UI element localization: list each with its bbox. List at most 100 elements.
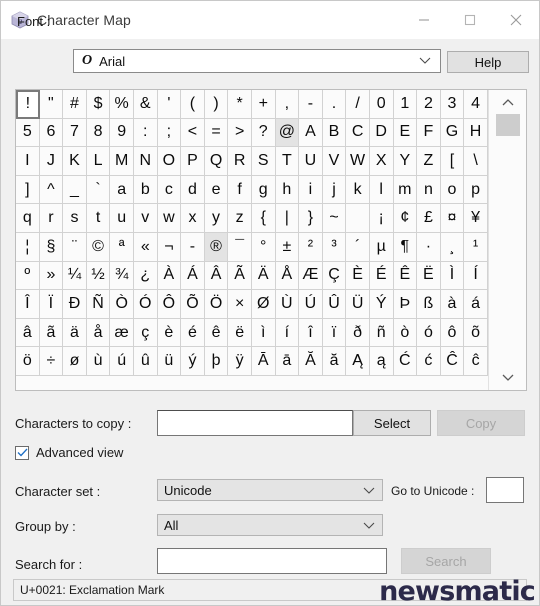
chevron-down-icon[interactable]: [489, 366, 527, 388]
character-cell[interactable]: Ý: [369, 290, 394, 319]
character-cell[interactable]: Ó: [133, 290, 158, 319]
character-cell[interactable]: Ï: [39, 290, 64, 319]
character-cell[interactable]: h: [275, 175, 300, 205]
character-cell[interactable]: z: [228, 204, 252, 233]
character-cell[interactable]: o: [440, 175, 465, 205]
character-cell[interactable]: ,: [275, 90, 300, 119]
character-cell[interactable]: ×: [228, 290, 252, 319]
character-cell[interactable]: â: [16, 318, 40, 348]
character-cell[interactable]: 6: [39, 118, 64, 148]
character-cell[interactable]: Q: [204, 147, 229, 176]
character-cell[interactable]: í: [275, 318, 300, 348]
character-cell[interactable]: !: [16, 90, 40, 119]
character-cell[interactable]: 0: [369, 90, 394, 119]
character-cell[interactable]: g: [251, 175, 276, 205]
character-cell[interactable]: Þ: [393, 290, 418, 319]
character-cell[interactable]: ý: [181, 347, 205, 376]
help-button[interactable]: Help: [447, 51, 529, 73]
character-cell[interactable]: ā: [275, 347, 300, 376]
character-cell[interactable]: Ä: [251, 261, 276, 291]
character-cell[interactable]: H: [464, 118, 488, 148]
character-cell[interactable]: ü: [157, 347, 182, 376]
character-cell[interactable]: #: [63, 90, 87, 119]
character-cell[interactable]: n: [417, 175, 441, 205]
character-cell[interactable]: w: [157, 204, 182, 233]
character-cell[interactable]: û: [133, 347, 158, 376]
character-cell[interactable]: ;: [157, 118, 182, 148]
character-cell[interactable]: %: [110, 90, 134, 119]
character-cell[interactable]: Ñ: [86, 290, 111, 319]
copy-button[interactable]: Copy: [437, 410, 525, 436]
character-cell[interactable]: É: [369, 261, 394, 291]
character-cell[interactable]: Ĉ: [440, 347, 465, 376]
character-cell[interactable]: s: [63, 204, 87, 233]
character-cell[interactable]: ": [39, 90, 64, 119]
character-cell[interactable]: 9: [110, 118, 134, 148]
character-cell[interactable]: ^: [39, 175, 64, 205]
character-cell[interactable]: Ë: [417, 261, 441, 291]
character-cell[interactable]: Å: [275, 261, 300, 291]
character-cell[interactable]: È: [346, 261, 370, 291]
character-cell[interactable]: ': [157, 90, 182, 119]
character-cell[interactable]: ç: [133, 318, 158, 348]
character-cell[interactable]: e: [204, 175, 229, 205]
character-cell[interactable]: W: [346, 147, 370, 176]
character-cell[interactable]: ¯: [228, 232, 252, 262]
group-by-combobox[interactable]: All: [157, 514, 383, 536]
character-cell[interactable]: F: [417, 118, 441, 148]
character-cell[interactable]: Ă: [299, 347, 323, 376]
character-cell[interactable]: Â: [204, 261, 229, 291]
character-cell[interactable]: ¶: [393, 232, 418, 262]
character-grid[interactable]: ! " # $% & '() * +, -./0 1 2 3 4 5 6 7 8 9:; < = >? @ A B C D E F G H…: [16, 90, 488, 390]
character-cell[interactable]: õ: [464, 318, 488, 348]
character-cell[interactable]: -: [299, 90, 323, 119]
character-cell[interactable]: ¡: [369, 204, 394, 233]
character-cell[interactable]: ò: [393, 318, 418, 348]
character-cell[interactable]: Û: [322, 290, 347, 319]
character-cell[interactable]: G: [440, 118, 465, 148]
character-cell[interactable]: Ā: [251, 347, 276, 376]
character-cell[interactable]: |: [275, 204, 300, 233]
character-cell[interactable]: Ã: [228, 261, 252, 291]
character-cell[interactable]: ): [204, 90, 229, 119]
character-cell[interactable]: X: [369, 147, 394, 176]
font-combobox[interactable]: O Arial: [73, 49, 441, 73]
character-cell[interactable]: ´: [346, 232, 370, 262]
character-cell[interactable]: j: [322, 175, 347, 205]
character-cell[interactable]: `: [86, 175, 111, 205]
character-cell[interactable]: V: [322, 147, 347, 176]
character-cell[interactable]: Z: [417, 147, 441, 176]
character-cell[interactable]: Ö: [204, 290, 229, 319]
character-cell[interactable]: C: [346, 118, 370, 148]
character-set-combobox[interactable]: Unicode: [157, 479, 383, 501]
character-cell[interactable]: Ò: [110, 290, 134, 319]
chevron-up-icon[interactable]: [489, 92, 527, 114]
advanced-view-row[interactable]: Advanced view: [15, 445, 123, 460]
character-cell[interactable]: å: [86, 318, 111, 348]
character-cell[interactable]: ß: [417, 290, 441, 319]
character-cell[interactable]: ć: [417, 347, 441, 376]
character-cell[interactable]: ?: [251, 118, 276, 148]
character-grid-scrollbar[interactable]: [487, 90, 527, 390]
character-cell[interactable]: ĉ: [464, 347, 488, 376]
character-cell[interactable]: ą: [369, 347, 394, 376]
character-cell[interactable]: Ü: [346, 290, 370, 319]
character-cell[interactable]: 2: [417, 90, 441, 119]
character-cell[interactable]: ð: [346, 318, 370, 348]
character-cell[interactable]: §: [39, 232, 64, 262]
advanced-view-checkbox[interactable]: [15, 445, 29, 460]
character-cell[interactable]: {: [251, 204, 276, 233]
character-cell[interactable]: 3: [440, 90, 465, 119]
character-cell[interactable]: À: [157, 261, 182, 291]
character-cell[interactable]: Æ: [299, 261, 323, 291]
character-cell[interactable]: *: [228, 90, 252, 119]
character-cell[interactable]: D: [369, 118, 394, 148]
character-cell[interactable]: ã: [39, 318, 64, 348]
character-cell[interactable]: Ç: [322, 261, 347, 291]
character-cell[interactable]: á: [464, 290, 488, 319]
character-cell[interactable]: Õ: [181, 290, 205, 319]
character-cell[interactable]: S: [251, 147, 276, 176]
character-cell[interactable]: ÷: [39, 347, 64, 376]
character-cell[interactable]: ²: [299, 232, 323, 262]
character-cell[interactable]: «: [133, 232, 158, 262]
